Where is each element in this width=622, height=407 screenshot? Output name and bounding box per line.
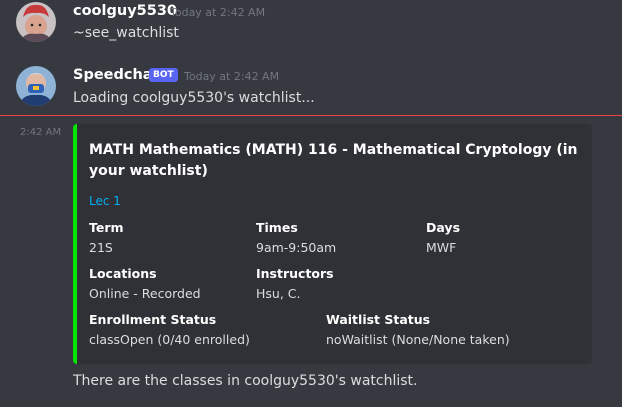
message-content: There are the classes in coolguy5530's w… bbox=[73, 373, 418, 389]
avatar-speedchat[interactable] bbox=[16, 66, 56, 106]
message-content: ~see_watchlist bbox=[73, 25, 179, 41]
field-times-name: Times bbox=[256, 220, 298, 235]
embed-title: MATH Mathematics (MATH) 116 - Mathematic… bbox=[89, 142, 578, 179]
bot-badge: BOT bbox=[149, 68, 178, 82]
lecture-link[interactable]: Lec 1 bbox=[89, 194, 121, 208]
message-content: Loading coolguy5530's watchlist... bbox=[73, 90, 315, 106]
field-days-name: Days bbox=[426, 220, 461, 235]
field-enrollment-value: classOpen (0/40 enrolled) bbox=[89, 332, 250, 347]
username[interactable]: Speedchat bbox=[73, 67, 160, 83]
field-term-name: Term bbox=[89, 220, 124, 235]
avatar-coolguy5530[interactable] bbox=[16, 2, 56, 42]
message-speedchat: Speedchat BOT Today at 2:42 AM Loading c… bbox=[0, 60, 622, 110]
username[interactable]: coolguy5530 bbox=[73, 3, 177, 19]
message-coolguy5530: coolguy5530 Today at 2:42 AM ~see_watchl… bbox=[0, 0, 622, 50]
timestamp: Today at 2:42 AM bbox=[184, 70, 280, 83]
field-waitlist-name: Waitlist Status bbox=[326, 312, 431, 327]
field-waitlist-value: noWaitlist (None/None taken) bbox=[326, 332, 510, 347]
field-locations-name: Locations bbox=[89, 266, 157, 281]
field-days-value: MWF bbox=[426, 240, 457, 255]
field-instructors-value: Hsu, C. bbox=[256, 286, 301, 301]
timestamp: Today at 2:42 AM bbox=[170, 6, 266, 19]
field-instructors-name: Instructors bbox=[256, 266, 334, 281]
field-locations-value: Online - Recorded bbox=[89, 286, 201, 301]
field-term-value: 21S bbox=[89, 240, 113, 255]
class-embed: MATH Mathematics (MATH) 116 - Mathematic… bbox=[73, 124, 592, 364]
field-enrollment-name: Enrollment Status bbox=[89, 312, 217, 327]
field-times-value: 9am-9:50am bbox=[256, 240, 337, 255]
hover-timestamp: 2:42 AM bbox=[20, 127, 62, 138]
embed-accent-bar bbox=[73, 124, 77, 364]
new-messages-divider bbox=[0, 115, 622, 116]
